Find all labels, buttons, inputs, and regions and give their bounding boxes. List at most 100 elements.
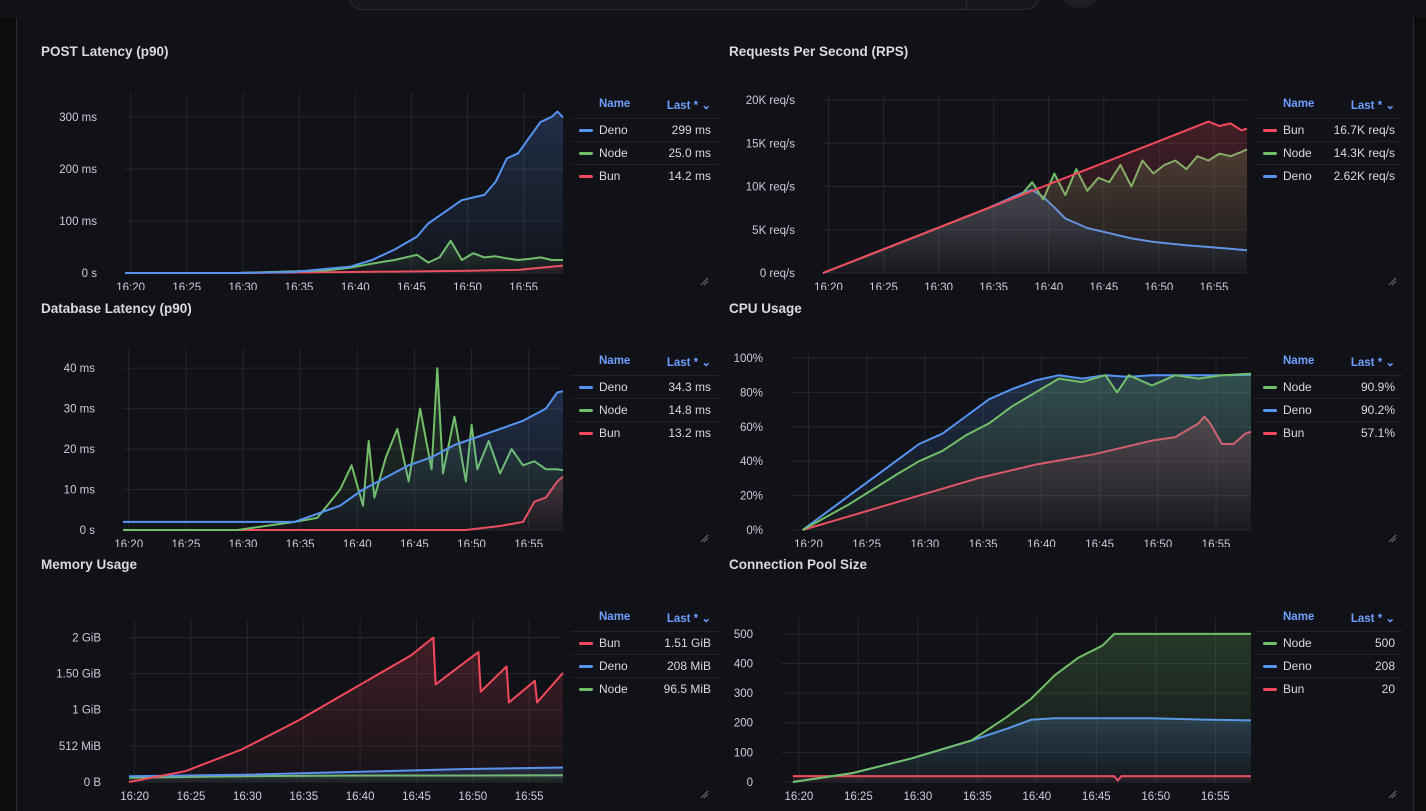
legend-row[interactable]: Node 25.0 ms xyxy=(571,141,719,164)
legend-row[interactable]: Node 14.3K req/s xyxy=(1255,141,1403,164)
legend-last-value: 500 xyxy=(1374,636,1395,650)
legend-row[interactable]: Deno 208 MiB xyxy=(571,654,719,677)
x-tick-label: 16:50 xyxy=(453,282,482,290)
x-tick-label: 16:45 xyxy=(402,791,431,803)
legend-series-name: Node xyxy=(599,146,628,160)
legend-row[interactable]: Deno 34.3 ms xyxy=(571,375,719,398)
y-tick-label: 5K req/s xyxy=(752,225,795,237)
resize-handle-icon[interactable] xyxy=(699,276,709,286)
y-tick-label: 1.50 GiB xyxy=(56,669,101,681)
legend-table: Name Last * ⌄ Bun 1.51 GiB Deno 208 MiB Node 96… xyxy=(571,609,719,700)
panel-connection-pool[interactable]: 16:20 16:25 16:30 16:35 16:40 16:45 16:50 16:55… xyxy=(721,551,1403,803)
legend-row[interactable]: Bun 14.2 ms xyxy=(571,164,719,187)
y-tick-label: 0 s xyxy=(82,268,98,280)
y-tick-label: 0 xyxy=(747,777,753,789)
panel-memory-usage[interactable]: 16:20 16:25 16:30 16:35 16:40 16:45 16:50 16:55… xyxy=(33,551,719,803)
x-tick-label: 16:35 xyxy=(979,282,1008,290)
legend-row[interactable]: Bun 20 xyxy=(1255,677,1403,700)
legend-last-sort-header[interactable]: Last * ⌄ xyxy=(667,355,711,369)
legend-header: Name Last * ⌄ xyxy=(571,96,719,118)
legend-last-value: 57.1% xyxy=(1360,426,1395,440)
legend-last-sort-header[interactable]: Last * ⌄ xyxy=(1351,98,1395,112)
x-tick-label: 16:40 xyxy=(1027,539,1056,547)
legend-last-value: 2.62K req/s xyxy=(1333,169,1395,183)
x-tick-label: 16:30 xyxy=(229,282,258,290)
legend-swatch xyxy=(579,175,593,178)
x-tick-label: 16:20 xyxy=(794,539,823,547)
dashboard-frame: 16:20 16:25 16:30 16:35 16:40 16:45 16:50 16:55… xyxy=(16,18,1414,811)
x-tick-label: 16:25 xyxy=(172,282,201,290)
legend-name-header[interactable]: Name xyxy=(1283,611,1314,623)
legend-name-header[interactable]: Name xyxy=(599,355,630,367)
y-tick-label: 10 ms xyxy=(64,485,96,497)
panel-rps[interactable]: 16:20 16:25 16:30 16:35 16:40 16:45 16:50 16:55… xyxy=(721,38,1403,290)
panel-title: Connection Pool Size xyxy=(729,557,868,572)
legend-name-header[interactable]: Name xyxy=(1283,98,1314,110)
resize-handle-icon[interactable] xyxy=(699,533,709,543)
legend-row[interactable]: Deno 299 ms xyxy=(571,118,719,141)
x-tick-label: 16:40 xyxy=(341,282,370,290)
legend-row[interactable]: Node 500 xyxy=(1255,631,1403,654)
x-tick-label: 16:50 xyxy=(1143,539,1172,547)
legend-series-name: Bun xyxy=(599,636,621,650)
x-tick-label: 16:55 xyxy=(515,791,544,803)
legend-swatch xyxy=(1263,129,1277,132)
search-shortcut-segment[interactable] xyxy=(966,0,1039,9)
legend-last-sort-header[interactable]: Last * ⌄ xyxy=(667,611,711,625)
legend-series-name: Node xyxy=(599,403,628,417)
x-tick-label: 16:40 xyxy=(1034,282,1063,290)
legend-table: Name Last * ⌄ Bun 16.7K req/s Node 14.3K req/… xyxy=(1255,96,1403,187)
y-tick-label: 0 req/s xyxy=(760,268,795,280)
x-tick-label: 16:35 xyxy=(963,791,992,803)
legend-swatch xyxy=(579,642,593,645)
legend-swatch xyxy=(579,688,593,691)
x-tick-label: 16:40 xyxy=(1022,791,1051,803)
x-tick-label: 16:20 xyxy=(784,791,813,803)
x-tick-label: 16:55 xyxy=(1202,539,1231,547)
legend-last-value: 14.2 ms xyxy=(668,169,711,183)
y-tick-label: 20% xyxy=(740,491,763,503)
panel-cpu-usage[interactable]: 16:20 16:25 16:30 16:35 16:40 16:45 16:50 16:55… xyxy=(721,295,1403,547)
legend-row[interactable]: Deno 208 xyxy=(1255,654,1403,677)
legend-row[interactable]: Deno 2.62K req/s xyxy=(1255,164,1403,187)
legend-row[interactable]: Deno 90.2% xyxy=(1255,398,1403,421)
resize-handle-icon[interactable] xyxy=(1387,789,1397,799)
panel-database-latency[interactable]: 16:20 16:25 16:30 16:35 16:40 16:45 16:50 16:55… xyxy=(33,295,719,547)
panel-post-latency[interactable]: 16:20 16:25 16:30 16:35 16:40 16:45 16:50 16:55… xyxy=(33,38,719,290)
legend-series-name: Bun xyxy=(599,426,621,440)
legend-row[interactable]: Bun 1.51 GiB xyxy=(571,631,719,654)
legend-swatch xyxy=(1263,665,1277,668)
legend-series-name: Deno xyxy=(599,659,628,673)
legend-last-sort-header[interactable]: Last * ⌄ xyxy=(1351,355,1395,369)
y-tick-label: 40 ms xyxy=(64,363,96,375)
x-tick-label: 16:30 xyxy=(903,791,932,803)
resize-handle-icon[interactable] xyxy=(1387,533,1397,543)
legend-last-sort-header[interactable]: Last * ⌄ xyxy=(667,98,711,112)
legend-name-header[interactable]: Name xyxy=(599,98,630,110)
legend-row[interactable]: Bun 57.1% xyxy=(1255,421,1403,444)
legend-row[interactable]: Node 96.5 MiB xyxy=(571,677,719,700)
resize-handle-icon[interactable] xyxy=(1387,276,1397,286)
legend-swatch xyxy=(579,432,593,435)
search-bar[interactable] xyxy=(348,0,1040,10)
y-tick-label: 300 xyxy=(734,688,753,700)
legend-swatch xyxy=(579,409,593,412)
legend-row[interactable]: Bun 13.2 ms xyxy=(571,421,719,444)
legend-swatch xyxy=(1263,175,1277,178)
y-tick-label: 200 xyxy=(734,718,753,730)
legend-last-sort-header[interactable]: Last * ⌄ xyxy=(1351,611,1395,625)
legend-swatch xyxy=(579,152,593,155)
x-tick-label: 16:20 xyxy=(120,791,149,803)
legend-last-value: 299 ms xyxy=(671,123,711,137)
legend-name-header[interactable]: Name xyxy=(1283,355,1314,367)
legend-row[interactable]: Node 14.8 ms xyxy=(571,398,719,421)
legend-header: Name Last * ⌄ xyxy=(1255,609,1403,631)
user-avatar[interactable] xyxy=(1060,0,1100,8)
legend-row[interactable]: Bun 16.7K req/s xyxy=(1255,118,1403,141)
resize-handle-icon[interactable] xyxy=(699,789,709,799)
y-tick-label: 20 ms xyxy=(64,444,96,456)
legend-row[interactable]: Node 90.9% xyxy=(1255,375,1403,398)
x-tick-label: 16:45 xyxy=(1089,282,1118,290)
legend-name-header[interactable]: Name xyxy=(599,611,630,623)
legend-header: Name Last * ⌄ xyxy=(1255,96,1403,118)
